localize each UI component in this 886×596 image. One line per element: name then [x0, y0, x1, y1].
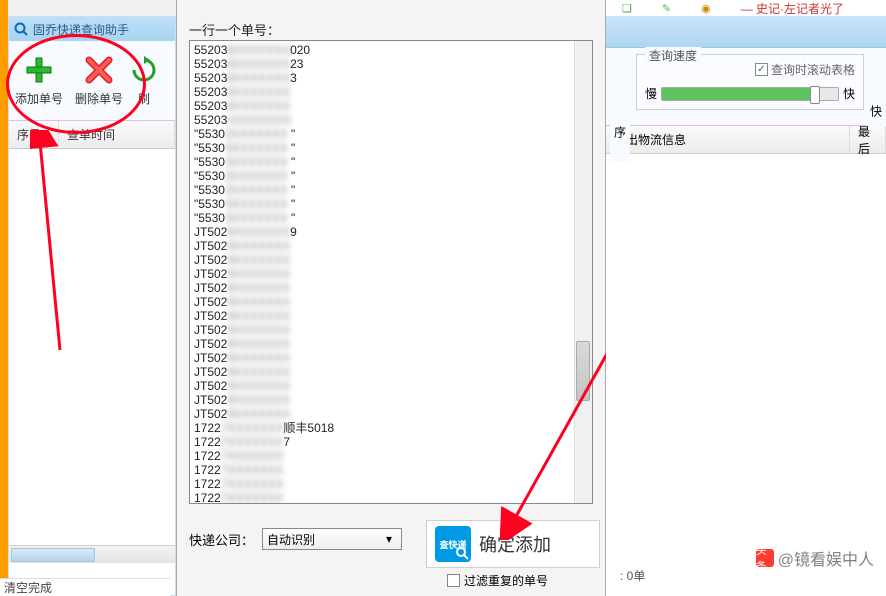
lookup-icon: 查快递 — [435, 526, 471, 562]
tracking-line: JT5029XXXXXXX9 — [194, 225, 588, 239]
tracking-line: JT5029XXXXXXX — [194, 337, 588, 351]
speed-groupbox: 查询速度 ✓ 查询时滚动表格 慢 快 — [636, 54, 864, 110]
scroll-checkbox[interactable]: ✓ — [755, 63, 768, 76]
app-title: 固乔快递查询助手 — [33, 21, 129, 38]
tracking-line: 552038XXXXXXX020 — [194, 43, 588, 57]
tracking-line: 17227XXXXXXX7 — [194, 435, 588, 449]
grid-area[interactable] — [9, 149, 175, 545]
filter-checkbox[interactable] — [447, 574, 460, 587]
speed-slider[interactable] — [661, 87, 839, 101]
delete-tracking-button[interactable]: 删除单号 — [69, 41, 129, 120]
tracking-line: 552038XXXXXXX — [194, 85, 588, 99]
confirm-label: 确定添加 — [479, 531, 551, 557]
confirm-add-button[interactable]: 查快递 确定添加 — [426, 520, 600, 568]
tracking-line: JT5029XXXXXXX — [194, 351, 588, 365]
tracking-line: "55303XXXXXXX " — [194, 141, 588, 155]
refresh-button-partial[interactable]: 刷 — [129, 41, 159, 120]
h-scroll-thumb[interactable] — [11, 548, 95, 562]
tracking-line: JT5029XXXXXXX — [194, 239, 588, 253]
chevron-down-icon: ▾ — [381, 532, 397, 546]
add-label: 添加单号 — [15, 90, 63, 107]
watermark: 头条 @镜看娱中人 — [756, 546, 874, 570]
company-label: 快递公司： — [189, 530, 254, 549]
rp-left-btn[interactable]: 序 — [610, 102, 630, 162]
tracking-textarea[interactable]: 552038XXXXXXX020552038XXXXXXX23552038XXX… — [189, 40, 593, 504]
right-panel: ❑ ✎ ◉ — 史记·左记者光了 序 查询速度 ✓ 查询时滚动表格 慢 快 快 … — [606, 0, 886, 596]
watermark-text: @镜看娱中人 — [778, 546, 874, 570]
refresh-icon — [129, 54, 159, 86]
title-bar: 固乔快递查询助手 — [9, 17, 175, 41]
v-scrollbar[interactable] — [574, 41, 592, 503]
filter-label: 过滤重复的单号 — [464, 572, 548, 589]
tracking-line: "55303XXXXXXX " — [194, 211, 588, 225]
toutiao-icon: 头条 — [756, 549, 774, 567]
tracking-line: "55303XXXXXXX " — [194, 169, 588, 183]
tracking-line: JT5029XXXXXXX — [194, 281, 588, 295]
plus-icon — [23, 54, 55, 86]
tracking-line: JT5029XXXXXXX — [194, 309, 588, 323]
tracking-line: 17227XXXXXXX — [194, 449, 588, 463]
fast-label: 快 — [843, 85, 855, 102]
tracking-line: JT5029XXXXXXX — [194, 267, 588, 281]
column-headers: 序号 查单时间 — [9, 121, 175, 149]
rp-col-last[interactable]: 最后 — [850, 126, 886, 153]
rp-toolbar: 序 查询速度 ✓ 查询时滚动表格 慢 快 快 — [606, 48, 886, 126]
tracking-line: "55303XXXXXXX " — [194, 127, 588, 141]
col-time[interactable]: 查单时间 — [59, 121, 175, 148]
app-logo-icon — [13, 21, 29, 37]
rp-titlebar — [606, 16, 886, 48]
speed-title: 查询速度 — [645, 47, 701, 64]
tracking-line: JT5029XXXXXXX — [194, 407, 588, 421]
main-app-window: 固乔快递查询助手 添加单号 删除单号 刷 序号 查单时间 — [8, 16, 176, 596]
add-dialog: 一行一个单号： 552038XXXXXXX020552038XXXXXXX235… — [176, 0, 606, 596]
rp-column-headers: 发出物流信息 最后 — [606, 126, 886, 154]
slow-label: 慢 — [645, 85, 657, 102]
tracking-line: JT5029XXXXXXX — [194, 365, 588, 379]
toolbar: 添加单号 删除单号 刷 — [9, 41, 175, 121]
scroll-check-row: ✓ 查询时滚动表格 — [755, 61, 855, 78]
tracking-line: 17227XXXXXXX — [194, 463, 588, 477]
filter-row: 过滤重复的单号 — [447, 572, 548, 589]
tracking-line: 17227XXXXXXX — [194, 477, 588, 491]
rp-status: : 0单 — [620, 567, 645, 584]
h-scrollbar[interactable] — [9, 545, 175, 563]
speed-slider-row: 慢 快 — [645, 85, 855, 102]
tracking-line: "55303XXXXXXX " — [194, 155, 588, 169]
tracking-line: "55303XXXXXXX " — [194, 197, 588, 211]
tracking-line: JT5029XXXXXXX — [194, 393, 588, 407]
rp-grid[interactable] — [606, 154, 886, 554]
left-edge-strip — [0, 0, 8, 596]
company-row: 快递公司： 自动识别 ▾ — [189, 528, 402, 550]
rp-right-btn-top[interactable]: 快 — [866, 96, 886, 126]
add-tracking-button[interactable]: 添加单号 — [9, 41, 69, 120]
company-value: 自动识别 — [267, 531, 315, 548]
tracking-line: JT5029XXXXXXX — [194, 323, 588, 337]
tracking-line: 17227XXXXXXX — [194, 491, 588, 504]
company-select[interactable]: 自动识别 ▾ — [262, 528, 402, 550]
refresh-label: 刷 — [138, 90, 150, 107]
textarea-label: 一行一个单号： — [189, 20, 280, 39]
tracking-line: JT5029XXXXXXX — [194, 379, 588, 393]
rp-top-icons: ❑ ✎ ◉ — 史记·左记者光了 — [606, 0, 886, 16]
tracking-line: JT5029XXXXXXX — [194, 295, 588, 309]
delete-label: 删除单号 — [75, 90, 123, 107]
scroll-check-label: 查询时滚动表格 — [771, 61, 855, 78]
v-scroll-thumb[interactable] — [576, 341, 590, 401]
tracking-line: JT5029XXXXXXX — [194, 253, 588, 267]
tracking-line: 552038XXXXXXX23 — [194, 57, 588, 71]
tracking-line: 17227XXXXXXX顺丰5018 — [194, 421, 588, 435]
status-bar: 清空完成 — [0, 578, 170, 596]
rp-col-logistics[interactable]: 发出物流信息 — [606, 126, 850, 153]
tracking-line: 55203XXXXXXXX — [194, 113, 588, 127]
tracking-line: 552038XXXXXXX — [194, 99, 588, 113]
tracking-line: "55303XXXXXXX " — [194, 183, 588, 197]
x-icon — [83, 54, 115, 86]
slider-thumb[interactable] — [810, 86, 820, 104]
col-seq[interactable]: 序号 — [9, 121, 59, 148]
tracking-line: 552038XXXXXXX3 — [194, 71, 588, 85]
